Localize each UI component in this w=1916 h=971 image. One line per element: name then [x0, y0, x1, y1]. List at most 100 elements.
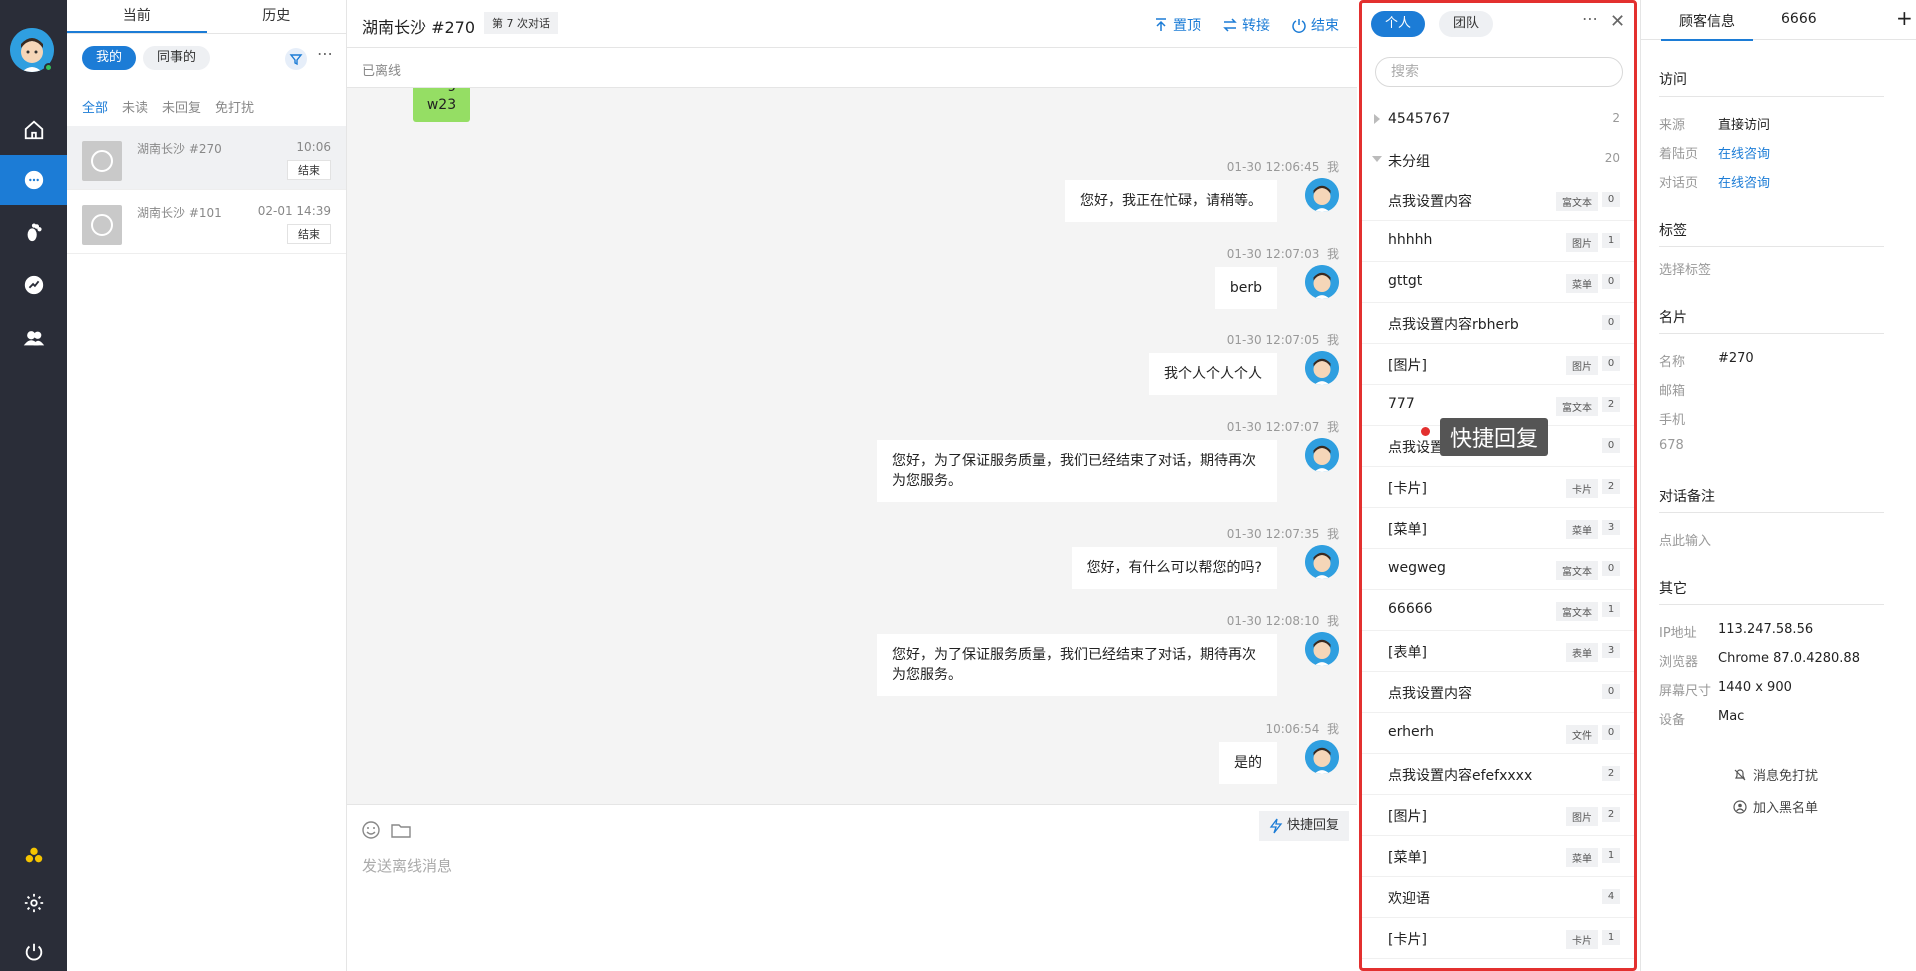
quick-reply-search-input[interactable]: 搜索 — [1375, 57, 1623, 87]
quick-reply-button[interactable]: 快捷回复 — [1258, 811, 1349, 841]
quick-reply-label: [卡片] — [1388, 932, 1427, 948]
field-value[interactable]: #270 — [1718, 351, 1754, 366]
end-conversation-button[interactable]: 结束 — [287, 224, 331, 244]
message-input[interactable]: 发送离线消息 — [362, 855, 452, 876]
status-filter-bar: 全部 未读 未回复 免打扰 — [67, 94, 346, 124]
field-label: 名称 — [1659, 355, 1686, 370]
quick-reply-type-badge: 图片 — [1566, 356, 1598, 375]
chat-icon[interactable] — [0, 155, 67, 205]
filter-dnd[interactable]: 免打扰 — [215, 94, 254, 124]
quick-reply-item[interactable]: wegweg 富文本 0 — [1362, 549, 1634, 590]
divider — [1659, 512, 1884, 513]
conversation-list: 当前 历史 我的 同事的 ⋯ 全部 未读 未回复 免打扰 湖南长沙 #270 1… — [67, 0, 347, 971]
message-time: 01-30 12:07:07 — [1226, 420, 1320, 434]
apps-icon[interactable] — [0, 830, 67, 880]
quick-reply-item[interactable]: 点我设置内容rbherb 0 — [1362, 303, 1634, 344]
message-sender: 我 — [1326, 722, 1339, 736]
footprint-icon[interactable] — [0, 207, 67, 257]
quick-reply-item[interactable]: 66666 富文本 1 — [1362, 590, 1634, 631]
agent-avatar — [1305, 438, 1339, 472]
quick-reply-group[interactable]: 未分组 20 — [1362, 140, 1634, 180]
quick-reply-item[interactable]: 欢迎语 4 — [1362, 877, 1634, 918]
emoji-icon[interactable] — [360, 819, 382, 841]
mute-messages-button[interactable]: 消息免打扰 — [1733, 765, 1818, 784]
quick-reply-item[interactable]: [图片] 图片 0 — [1362, 344, 1634, 385]
quick-reply-count-badge: 1 — [1602, 233, 1620, 248]
agent-avatar — [1305, 740, 1339, 774]
agent-avatar — [1305, 632, 1339, 666]
stats-icon[interactable] — [0, 260, 67, 310]
tab-team[interactable]: 团队 — [1439, 11, 1494, 37]
quick-reply-item[interactable]: [图片] 图片 2 — [1362, 795, 1634, 836]
power-icon[interactable] — [0, 927, 67, 971]
field-label: 设备 — [1659, 713, 1686, 728]
quick-reply-type-badge: 富文本 — [1556, 561, 1598, 580]
settings-icon[interactable] — [0, 878, 67, 928]
tab-current[interactable]: 当前 — [67, 0, 207, 33]
quick-reply-item[interactable]: erherh 文件 0 — [1362, 713, 1634, 754]
quick-reply-tooltip: 快捷回复 — [1440, 418, 1549, 456]
filter-all[interactable]: 全部 — [82, 94, 108, 124]
message-list: weg w23 01-30 12:06:45 我您好，我正在忙碌，请稍等。01-… — [347, 88, 1357, 804]
quick-reply-item[interactable]: [菜单] 菜单 1 — [1362, 836, 1634, 877]
transfer-icon — [1223, 18, 1237, 32]
quick-reply-count-badge: 0 — [1602, 315, 1620, 330]
quick-reply-item[interactable]: [卡片] 卡片 2 — [1362, 467, 1634, 508]
close-icon[interactable]: ✕ — [1610, 11, 1625, 32]
quick-reply-item[interactable]: [表单] 表单 3 — [1362, 631, 1634, 672]
message-sender: 我 — [1326, 160, 1339, 174]
quick-reply-label: erherh — [1388, 724, 1434, 740]
caret-down-icon — [1372, 156, 1382, 162]
quick-reply-count-badge: 1 — [1602, 848, 1620, 863]
mine-filter-pill[interactable]: 我的 — [82, 46, 137, 70]
tag-select[interactable]: 选择标签 — [1659, 259, 1711, 278]
message-bubble: 您好，我正在忙碌，请稍等。 — [1065, 180, 1277, 222]
group-count: 20 — [1604, 151, 1620, 165]
transfer-button[interactable]: 转接 — [1222, 15, 1270, 35]
quick-reply-panel: 个人 团队 ⋯ ✕ 搜索 4545767 2 未分组 20 点我设置内容 富文本 0 hhhh… — [1359, 0, 1637, 971]
more-icon[interactable]: ⋯ — [317, 44, 334, 63]
tab-personal[interactable]: 个人 — [1371, 11, 1426, 37]
chat-page-link[interactable]: 在线咨询 — [1718, 172, 1770, 191]
conversation-item[interactable]: 湖南长沙 #101 02-01 14:39 结束 — [67, 190, 346, 254]
quick-reply-item[interactable]: gttgt 菜单 0 — [1362, 262, 1634, 303]
quick-reply-label: 66666 — [1388, 601, 1433, 617]
quick-reply-type-badge: 卡片 — [1566, 479, 1598, 498]
message-time: 01-30 12:08:10 — [1226, 614, 1320, 628]
end-button[interactable]: 结束 — [1291, 15, 1339, 35]
note-input[interactable]: 点此输入 — [1659, 530, 1711, 549]
quick-reply-item[interactable]: [菜单] 菜单 3 — [1362, 508, 1634, 549]
more-icon[interactable]: ⋯ — [1582, 9, 1598, 28]
quick-reply-group[interactable]: 4545767 2 — [1362, 100, 1634, 140]
colleagues-filter-pill[interactable]: 同事的 — [143, 46, 211, 70]
tab-6666[interactable]: 6666 — [1781, 11, 1817, 27]
conversation-item[interactable]: 湖南长沙 #270 10:06 结束 — [67, 126, 346, 190]
quick-reply-item[interactable]: 点我设置内容 0 — [1362, 672, 1634, 713]
quick-reply-item[interactable]: [卡片] 卡片 1 — [1362, 918, 1634, 959]
add-tab-button[interactable]: + — [1896, 6, 1913, 30]
blacklist-button[interactable]: 加入黑名单 — [1733, 797, 1818, 816]
app: 当前 历史 我的 同事的 ⋯ 全部 未读 未回复 免打扰 湖南长沙 #270 1… — [0, 0, 1916, 971]
visitor-info-panel: 顾客信息 6666 + 访问 来源 直接访问 着陆页 在线咨询 对话页 在线咨询… — [1640, 0, 1916, 971]
quick-reply-label: [图片] — [1388, 358, 1427, 374]
tab-history[interactable]: 历史 — [207, 0, 347, 33]
message-meta: 01-30 12:08:10 我 — [1227, 612, 1339, 629]
caret-right-icon — [1374, 114, 1380, 124]
users-icon[interactable] — [0, 313, 67, 363]
filter-unread[interactable]: 未读 — [122, 94, 148, 124]
end-conversation-button[interactable]: 结束 — [287, 160, 331, 180]
quick-reply-item[interactable]: 点我设置内容efefxxxx 2 — [1362, 754, 1634, 795]
tab-customer-info[interactable]: 顾客信息 — [1661, 11, 1753, 41]
quick-reply-item[interactable]: 点我设置内容 富文本 0 — [1362, 180, 1634, 221]
message-meta: 01-30 12:07:03 我 — [1227, 245, 1339, 262]
filter-icon[interactable] — [285, 48, 307, 70]
quick-reply-item[interactable]: hhhhh 图片 1 — [1362, 221, 1634, 262]
landing-page-link[interactable]: 在线咨询 — [1718, 143, 1770, 162]
field-label: 邮箱 — [1659, 384, 1686, 399]
message-time: 10:06:54 — [1265, 722, 1320, 736]
conversation-tabs: 当前 历史 — [67, 0, 346, 34]
folder-icon[interactable] — [390, 819, 412, 841]
home-icon[interactable] — [0, 105, 67, 155]
pin-button[interactable]: 置顶 — [1153, 15, 1201, 35]
filter-unreplied[interactable]: 未回复 — [162, 94, 201, 124]
